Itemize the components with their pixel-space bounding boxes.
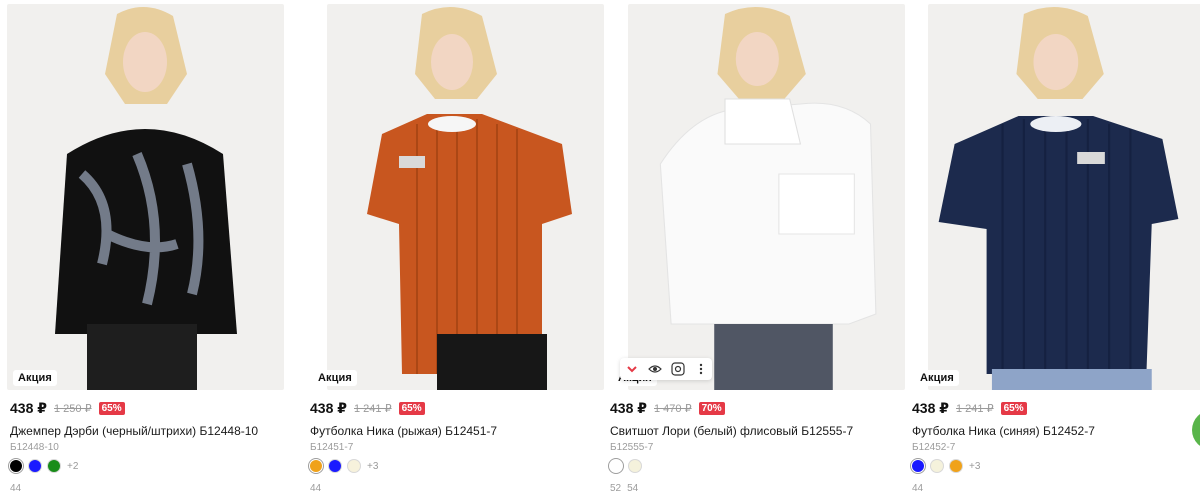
discount-badge: 65% <box>98 401 125 415</box>
product-image[interactable] <box>628 4 905 390</box>
size-option[interactable]: 44 <box>310 483 321 494</box>
promo-badge: Акция <box>915 370 959 386</box>
old-price: 1 241 ₽ <box>956 402 994 415</box>
product-image[interactable] <box>928 4 1200 390</box>
product-card[interactable]: Акция 438 ₽ 1 470 ₽ 70% Свитшот Лори (бе… <box>600 0 905 498</box>
color-swatch[interactable] <box>29 460 41 472</box>
discount-badge: 70% <box>698 401 725 415</box>
product-title[interactable]: Футболка Ника (рыжая) Б12451-7 <box>310 424 497 438</box>
product-card[interactable]: Акция 438 ₽ 1 241 ₽ 65% Футболка Ника (с… <box>902 0 1200 498</box>
product-sku: Б12452-7 <box>912 442 956 453</box>
current-price: 438 ₽ <box>310 399 347 416</box>
price-row: 438 ₽ 1 241 ₽ 65% <box>912 400 1027 416</box>
color-swatch[interactable] <box>310 460 322 472</box>
current-price: 438 ₽ <box>610 399 647 416</box>
color-swatches: +3 <box>912 460 980 472</box>
color-swatch[interactable] <box>610 460 622 472</box>
color-swatch[interactable] <box>48 460 60 472</box>
promo-badge: Акция <box>13 370 57 386</box>
size-option[interactable]: 44 <box>10 483 21 494</box>
sizes: 44 <box>10 483 21 494</box>
price-row: 438 ₽ 1 250 ₽ 65% <box>10 400 125 416</box>
product-title[interactable]: Футболка Ника (синяя) Б12452-7 <box>912 424 1095 438</box>
old-price: 1 250 ₽ <box>54 402 92 415</box>
old-price: 1 470 ₽ <box>654 402 692 415</box>
size-option[interactable]: 44 <box>912 483 923 494</box>
product-image[interactable] <box>327 4 604 390</box>
image-hover-toolbar <box>620 358 712 380</box>
product-sku: Б12451-7 <box>310 442 354 453</box>
eye-icon[interactable] <box>646 360 664 378</box>
price-row: 438 ₽ 1 470 ₽ 70% <box>610 400 725 416</box>
sizes: 52 54 <box>610 483 638 494</box>
sizes: 44 <box>310 483 321 494</box>
color-swatches <box>610 460 641 472</box>
old-price: 1 241 ₽ <box>354 402 392 415</box>
price-row: 438 ₽ 1 241 ₽ 65% <box>310 400 425 416</box>
color-swatch[interactable] <box>629 460 641 472</box>
color-swatches: +2 <box>10 460 78 472</box>
product-title[interactable]: Свитшот Лори (белый) флисовый Б12555-7 <box>610 424 853 438</box>
product-image[interactable] <box>7 4 284 390</box>
size-option[interactable]: 54 <box>627 483 638 494</box>
more-vertical-icon[interactable] <box>692 360 710 378</box>
current-price: 438 ₽ <box>10 399 47 416</box>
color-swatch[interactable] <box>912 460 924 472</box>
product-grid: Акция 438 ₽ 1 250 ₽ 65% Джемпер Дэрби (ч… <box>0 0 1200 498</box>
color-swatch[interactable] <box>329 460 341 472</box>
sizes: 44 <box>912 483 923 494</box>
camera-search-icon[interactable] <box>669 360 687 378</box>
discount-badge: 65% <box>398 401 425 415</box>
more-colors[interactable]: +2 <box>67 461 78 472</box>
size-option[interactable]: 52 <box>610 483 621 494</box>
chevron-down-icon[interactable] <box>623 360 641 378</box>
current-price: 438 ₽ <box>912 399 949 416</box>
discount-badge: 65% <box>1000 401 1027 415</box>
color-swatch[interactable] <box>950 460 962 472</box>
more-colors[interactable]: +3 <box>969 461 980 472</box>
color-swatch[interactable] <box>348 460 360 472</box>
color-swatches: +3 <box>310 460 378 472</box>
product-card[interactable]: Акция 438 ₽ 1 250 ₽ 65% Джемпер Дэрби (ч… <box>0 0 290 498</box>
product-card[interactable]: Акция 438 ₽ 1 241 ₽ 65% Футболка Ника (р… <box>300 0 604 498</box>
more-colors[interactable]: +3 <box>367 461 378 472</box>
product-sku: Б12555-7 <box>610 442 654 453</box>
product-title[interactable]: Джемпер Дэрби (черный/штрихи) Б12448-10 <box>10 424 258 438</box>
promo-badge: Акция <box>313 370 357 386</box>
color-swatch[interactable] <box>10 460 22 472</box>
product-sku: Б12448-10 <box>10 442 59 453</box>
color-swatch[interactable] <box>931 460 943 472</box>
